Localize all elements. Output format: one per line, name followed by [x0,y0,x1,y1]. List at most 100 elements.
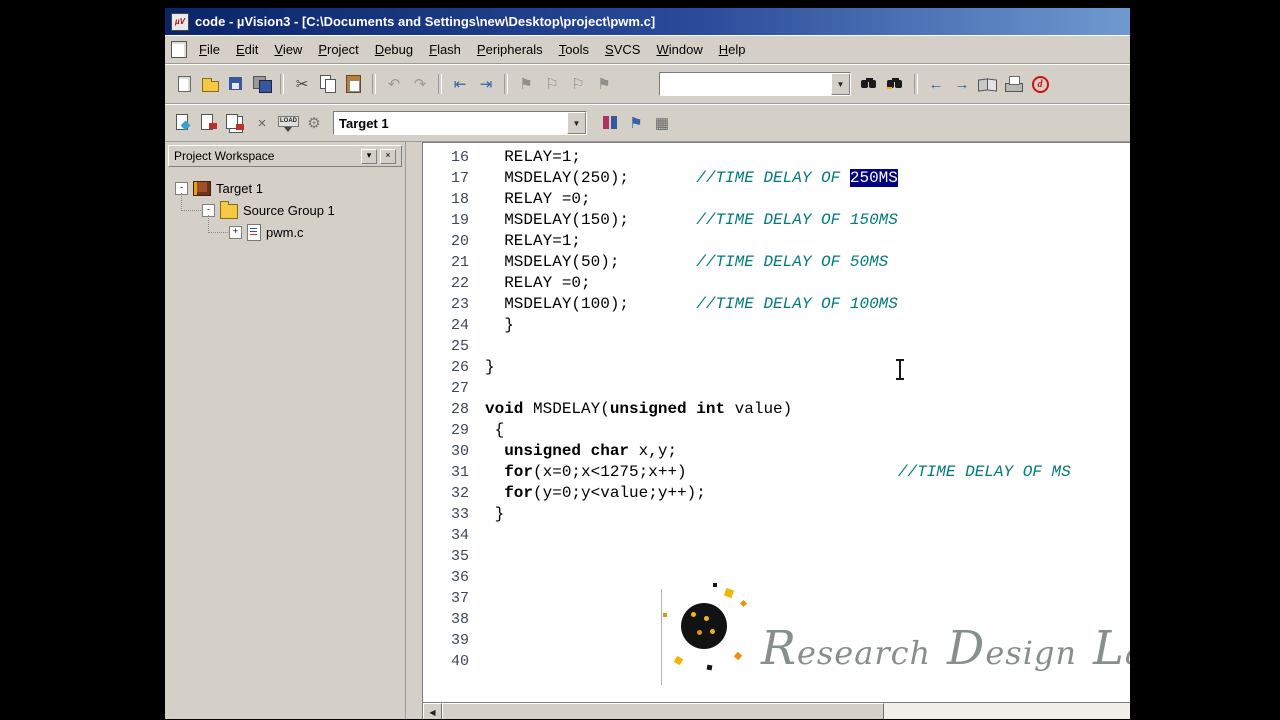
find-combobox[interactable]: ▼ [659,72,851,96]
menu-view[interactable]: View [266,39,310,60]
save-all-icon[interactable] [249,72,275,96]
download-flash-icon[interactable] [275,111,301,135]
editor-line[interactable]: 36 [423,567,1130,588]
update-icon[interactable] [1027,72,1053,96]
tree-item-label[interactable]: Target 1 [216,181,263,196]
bookmark-prev-icon[interactable] [539,72,565,96]
line-code: RELAY=1; [485,231,581,252]
tree-item-label[interactable]: pwm.c [266,225,304,240]
menu-edit[interactable]: Edit [228,39,266,60]
menu-debug[interactable]: Debug [367,39,421,60]
target-value[interactable]: Target 1 [334,116,567,131]
editor-line[interactable]: 28 void MSDELAY(unsigned int value) [423,399,1130,420]
folder-icon [220,200,238,219]
menu-svcs[interactable]: SVCS [597,39,648,60]
code-text: MSDELAY(150); [485,211,697,229]
books-icon[interactable] [975,72,1001,96]
options-for-target-icon[interactable] [597,111,623,135]
editor-line[interactable]: 16 RELAY=1; [423,147,1130,168]
menu-tools[interactable]: Tools [551,39,597,60]
editor-line[interactable]: 21 MSDELAY(50); //TIME DELAY OF 50MS [423,252,1130,273]
code-text: (x=0;x<1275;x++) [533,463,898,481]
find-icon[interactable] [883,72,909,96]
tree-item-target-1[interactable]: - Target 1 [165,177,405,199]
find-dropdown-button[interactable]: ▼ [831,73,850,95]
menu-peripherals[interactable]: Peripherals [469,39,551,60]
save-icon[interactable] [223,72,249,96]
workspace-menu-button[interactable]: ▾ [361,148,377,164]
rebuild-all-icon[interactable] [223,111,249,135]
file-extensions-icon[interactable] [623,111,649,135]
editor-line[interactable]: 26} [423,357,1130,378]
target-dropdown-button[interactable]: ▼ [567,112,586,134]
code-text: RELAY =0; [485,190,591,208]
environment-icon[interactable] [649,111,675,135]
tree-item-source-group-1[interactable]: - Source Group 1 [165,199,405,221]
tree-item-pwm-c[interactable]: + pwm.c [165,221,405,243]
print-icon[interactable] [1001,72,1027,96]
line-number: 39 [450,632,469,649]
editor-line[interactable]: 25 [423,336,1130,357]
editor-line[interactable]: 32 for(y=0;y<value;y++); [423,483,1130,504]
watermark-word: Design [947,621,1078,675]
ibeam-cursor [896,359,904,380]
editor-line[interactable]: 17 MSDELAY(250); //TIME DELAY OF 250MS [423,168,1130,189]
navigate-back-icon[interactable] [923,72,949,96]
editor-line[interactable]: 34 [423,525,1130,546]
new-file-icon[interactable] [171,72,197,96]
editor-line[interactable]: 27 [423,378,1130,399]
find-in-files-icon[interactable] [857,72,883,96]
menu-file[interactable]: File [191,39,228,60]
editor-line[interactable]: 31 for(x=0;x<1275;x++) //TIME DELAY OF M… [423,462,1130,483]
menu-project[interactable]: Project [310,39,366,60]
editor-line[interactable]: 35 [423,546,1130,567]
bookmark-clear-icon[interactable] [591,72,617,96]
editor-line[interactable]: 37 [423,588,1130,609]
line-number: 28 [450,401,469,418]
translate-file-icon[interactable] [171,111,197,135]
bookmark-next-icon[interactable] [565,72,591,96]
editor-line[interactable]: 30 unsigned char x,y; [423,441,1130,462]
copy-icon[interactable] [315,72,341,96]
scrollbar-thumb[interactable] [442,703,884,719]
unindent-icon[interactable] [447,72,473,96]
code-editor[interactable]: 16 RELAY=1; 17 MSDELAY(250); //TIME DELAY… [423,142,1130,719]
tree-expander[interactable]: + [229,225,242,239]
workspace-close-button[interactable]: × [380,148,396,164]
build-target-icon[interactable] [197,111,223,135]
menu-window[interactable]: Window [648,39,710,60]
target-combobox[interactable]: Target 1 ▼ [333,111,587,135]
editor-line[interactable]: 24 } [423,315,1130,336]
horizontal-scrollbar[interactable]: ◀ [423,702,1130,719]
editor-line[interactable]: 22 RELAY =0; [423,273,1130,294]
editor-line[interactable]: 20 RELAY=1; [423,231,1130,252]
bookmark-toggle-icon[interactable] [513,72,539,96]
toolbar-build: Target 1 ▼ [165,104,1130,142]
redo-icon[interactable] [407,72,433,96]
editor-line[interactable]: 29 { [423,420,1130,441]
line-number: 18 [450,191,469,208]
configure-flash-icon[interactable] [301,111,327,135]
panel-splitter[interactable] [405,142,423,719]
indent-icon[interactable] [473,72,499,96]
workspace-header: Project Workspace ▾ × [168,145,402,167]
editor-line[interactable]: 33 } [423,504,1130,525]
document-icon[interactable] [171,41,187,58]
menu-flash[interactable]: Flash [421,39,469,60]
undo-icon[interactable] [381,72,407,96]
cut-icon[interactable] [289,72,315,96]
paste-icon[interactable] [341,72,367,96]
tree-item-label[interactable]: Source Group 1 [243,203,335,218]
editor-line[interactable]: 23 MSDELAY(100); //TIME DELAY OF 100MS [423,294,1130,315]
navigate-forward-icon[interactable] [949,72,975,96]
menu-help[interactable]: Help [711,39,754,60]
editor-line[interactable]: 18 RELAY =0; [423,189,1130,210]
stop-build-icon[interactable] [249,111,275,135]
line-number: 23 [450,296,469,313]
open-folder-icon[interactable] [197,72,223,96]
scroll-left-button[interactable]: ◀ [423,703,442,719]
title-bar: code - µVision3 - [C:\Documents and Sett… [165,8,1130,35]
editor-line[interactable]: 19 MSDELAY(150); //TIME DELAY OF 150MS [423,210,1130,231]
